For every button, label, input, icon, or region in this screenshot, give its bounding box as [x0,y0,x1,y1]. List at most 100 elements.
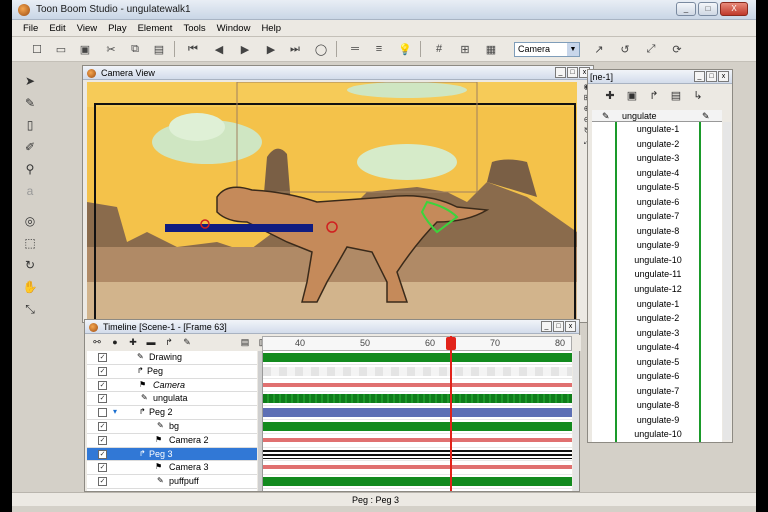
exposure-cell[interactable]: ungulate-10 [592,427,722,443]
exposure-cell[interactable]: ungulate-11 [592,267,722,283]
contour-icon[interactable]: ◎ [20,212,40,230]
add-layer-icon[interactable]: ✚ [127,337,139,348]
exposure-cell[interactable]: ungulate-8 [592,223,722,239]
camera-view-titlebar[interactable]: Camera View _ □ x [83,66,593,80]
camera-tool-1-icon[interactable]: ↗ [590,40,608,58]
playhead[interactable] [450,336,452,491]
camera-tool-4-icon[interactable]: ⟳ [668,40,686,58]
paint-bucket-icon[interactable]: ▯ [20,116,40,134]
save-icon[interactable]: ▣ [76,40,94,58]
maximize-button[interactable]: □ [567,67,578,78]
minimize-button[interactable]: _ [676,2,696,16]
expand-icon[interactable]: ▤ [239,337,251,348]
exposure-cell[interactable]: ungulate-9 [592,238,722,253]
brush-icon[interactable]: ✎ [20,94,40,112]
play-icon[interactable]: ▶ [236,40,254,58]
exposure-cell[interactable]: ungulate-1 [592,296,722,312]
new-icon[interactable]: ☐ [28,40,46,58]
menu-view[interactable]: View [72,20,103,36]
exposure-cell[interactable]: ungulate-3 [592,151,722,166]
camera-tool-3-icon[interactable]: ⤢ [642,40,660,58]
layer-row[interactable]: ✓ ↱ Peg [87,365,257,379]
close-button[interactable]: x [718,71,729,82]
add-camera-icon[interactable]: ▣ [624,89,640,105]
layer-row[interactable]: ✓ ✎ Drawing [87,351,257,365]
light-table-icon[interactable]: 💡 [396,40,414,58]
timeline-scrollbar[interactable] [573,351,579,491]
menu-element[interactable]: Element [133,20,179,36]
maximize-button[interactable]: □ [698,2,718,16]
next-frame-icon[interactable]: ▶ [262,40,280,58]
column-header[interactable]: ✎ ungulate ✎ [592,110,722,122]
drawing-layer-icon[interactable]: ✎ [181,337,193,348]
visibility-checkbox[interactable]: ✓ [98,435,107,445]
visibility-checkbox[interactable]: ✓ [98,421,107,431]
expand-arrow-icon[interactable]: ▾ [113,407,117,416]
chevron-down-icon[interactable]: ▼ [567,43,579,56]
camera-select[interactable]: Camera ▼ [514,42,580,57]
menu-help[interactable]: Help [256,20,287,36]
open-icon[interactable]: ▭ [52,40,70,58]
menu-window[interactable]: Window [212,20,257,36]
exposure-cell[interactable]: ungulate-1 [592,122,722,137]
last-frame-icon[interactable]: ⏭ [286,40,304,58]
pencil-icon[interactable]: ✐ [20,138,40,156]
prev-frame-icon[interactable]: ◀ [210,40,228,58]
exposure-cell[interactable]: ungulate-7 [592,383,722,399]
add-peg-icon[interactable]: ↱ [646,89,662,105]
menu-play[interactable]: Play [103,20,132,36]
timeline-ruler[interactable]: 40 50 60 70 80 [262,336,572,351]
exposure-cell[interactable]: ungulate-5 [592,180,722,195]
exposure-cell[interactable]: ungulate-6 [592,369,722,384]
onion-skin-icon[interactable]: ═ [346,40,364,58]
hand-icon[interactable]: ✋ [20,278,40,296]
layer-row[interactable]: ▾ ↱ Peg 2 [87,406,257,420]
camera-tool-2-icon[interactable]: ↺ [616,40,634,58]
exposure-cell[interactable]: ungulate-7 [592,209,722,224]
close-button[interactable]: x [565,321,576,332]
add-sound-icon[interactable]: ▤ [668,89,684,105]
exposure-cell[interactable]: ungulate-5 [592,354,722,370]
exposure-cell[interactable]: ungulate-10 [592,252,722,268]
exposure-sheet-titlebar[interactable]: [ne-1] _ □ x [588,70,732,84]
menu-file[interactable]: File [18,20,44,36]
timeline-titlebar[interactable]: Timeline [Scene-1 - [Frame 63] _ □ x [85,320,579,334]
visibility-checkbox[interactable]: ✓ [98,463,107,473]
visibility-checkbox[interactable]: ✓ [98,477,107,487]
exposure-cell[interactable]: ungulate-2 [592,136,722,152]
layer-row[interactable]: ✓ ⚑ Camera [87,379,257,393]
safe-area-icon[interactable]: ▦ [482,40,500,58]
exposure-cell[interactable]: ungulate-4 [592,165,722,181]
close-button[interactable]: X [720,2,748,16]
grid-icon[interactable]: # [430,40,448,58]
field-grid-icon[interactable]: ⊞ [456,40,474,58]
layer-row[interactable]: ✓ ✎ puffpuff [87,475,257,489]
visibility-checkbox[interactable]: ✓ [98,353,107,362]
minimize-button[interactable]: _ [694,71,705,82]
exposure-cell[interactable]: ungulate-9 [592,412,722,428]
layer-row[interactable]: ✓ ⚑ Camera 2 [87,434,257,448]
minimize-button[interactable]: _ [555,67,566,78]
copy-icon[interactable]: ⧉ [126,40,144,58]
menu-edit[interactable]: Edit [44,20,71,36]
exposure-cell[interactable]: ungulate-6 [592,194,722,210]
maximize-button[interactable]: □ [553,321,564,332]
select-icon[interactable]: ➤ [20,72,40,90]
add-image-icon[interactable]: ↳ [690,89,706,105]
layer-row[interactable]: ✓ ✎ bg [87,420,257,434]
rotate-icon[interactable]: ↻ [20,256,40,274]
visibility-checkbox[interactable]: ✓ [98,449,107,459]
exposure-cell[interactable]: ungulate-8 [592,398,722,413]
layer-row-selected[interactable]: ✓ ↱ Peg 3 [87,447,257,462]
loop-icon[interactable]: ◯ [312,40,330,58]
exposure-cell[interactable]: ungulate-2 [592,311,722,326]
camera-canvas[interactable] [87,82,577,322]
record-icon[interactable]: ● [109,337,121,348]
first-frame-icon[interactable]: ⏮ [184,40,202,58]
add-drawing-icon[interactable]: ✚ [602,89,618,105]
frame-tracks[interactable] [262,351,572,491]
exposure-cell[interactable]: ungulate-3 [592,325,722,341]
link-icon[interactable]: ⚯ [91,337,103,348]
cut-icon[interactable]: ✂ [102,40,120,58]
exposure-cell[interactable]: ungulate-12 [592,282,722,297]
